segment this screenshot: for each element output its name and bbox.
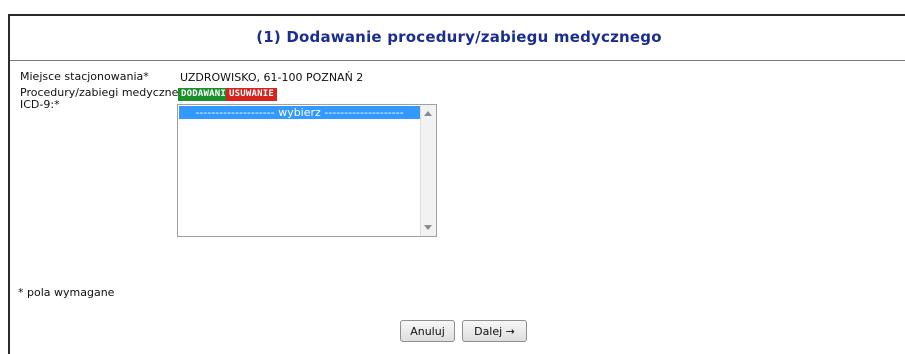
- listbox-scrollbar[interactable]: [420, 105, 436, 236]
- procedures-label-line2: ICD-9:*: [20, 98, 60, 111]
- title-divider: [10, 60, 905, 61]
- next-button[interactable]: Dalej →: [462, 320, 527, 342]
- remove-procedure-button[interactable]: USUWANIE: [226, 88, 277, 101]
- list-option-select[interactable]: -------------------- wybierz -----------…: [179, 106, 420, 119]
- location-value: UZDROWISKO, 61-100 POZNAŃ 2: [180, 71, 364, 84]
- cancel-button[interactable]: Anuluj: [400, 320, 455, 342]
- page-title: (1) Dodawanie procedury/zabiegu medyczne…: [256, 28, 662, 46]
- form-panel: (1) Dodawanie procedury/zabiegu medyczne…: [8, 14, 905, 354]
- location-label: Miejsce stacjonowania*: [20, 70, 149, 83]
- scroll-up-icon[interactable]: [424, 111, 432, 116]
- scroll-down-icon[interactable]: [424, 225, 432, 230]
- procedures-listbox[interactable]: -------------------- wybierz -----------…: [177, 104, 437, 237]
- required-fields-note: * pola wymagane: [18, 286, 115, 299]
- procedures-label: Procedury/zabiegi medyczne ICD-9:*: [20, 87, 178, 111]
